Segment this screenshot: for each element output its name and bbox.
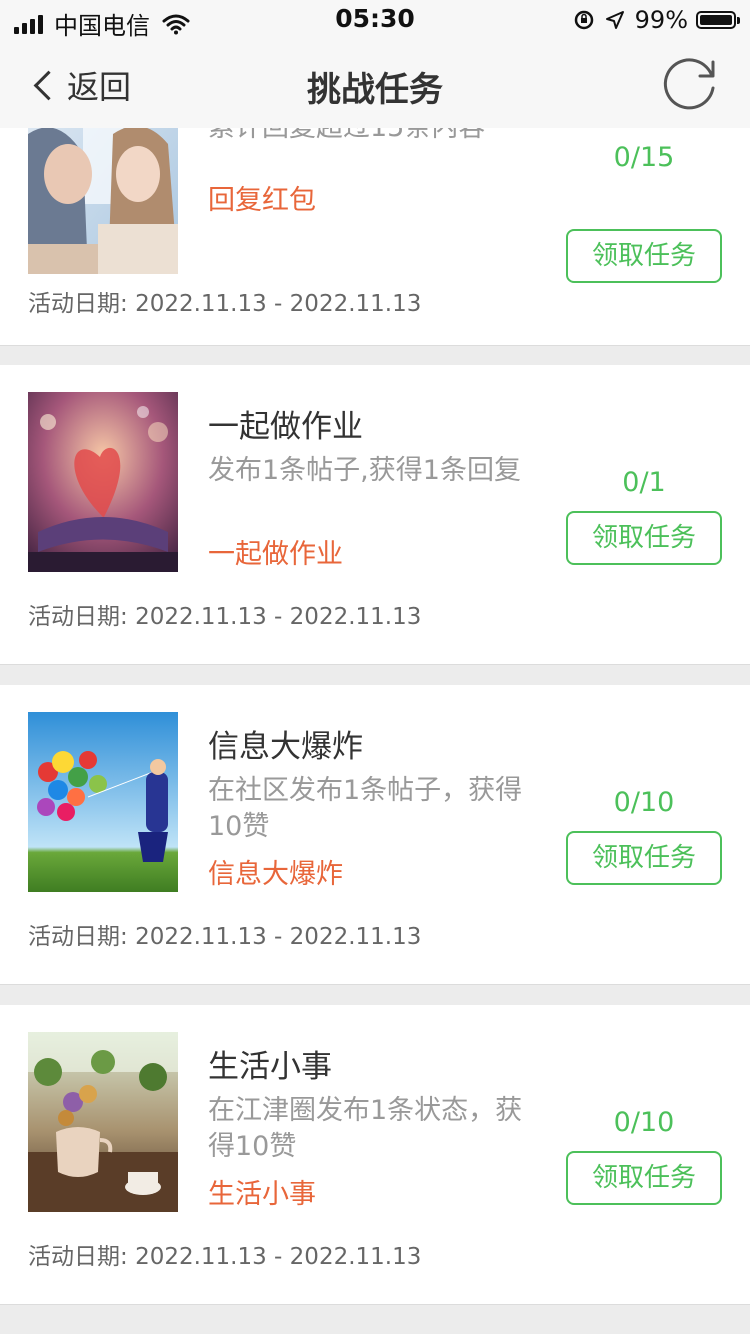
task-description: 在社区发布1条帖子，获得10赞 — [208, 775, 523, 842]
date-range: 2022.11.13 - 2022.11.13 — [135, 1244, 422, 1270]
task-progress: 0/1 — [622, 467, 666, 498]
task-tag: 信息大爆炸 — [208, 859, 343, 890]
task-tag: 回复红包 — [208, 185, 316, 216]
task-tag: 一起做作业 — [208, 539, 343, 570]
status-bar: 中国电信 05:30 99% — [0, 0, 750, 40]
status-right: 99% — [573, 6, 740, 34]
task-date: 活动日期: 2022.11.13 - 2022.11.13 — [28, 597, 421, 631]
claim-task-button[interactable]: 领取任务 — [566, 831, 722, 885]
task-card: 信息大爆炸 在社区发布1条帖子，获得10赞 信息大爆炸 0/10 领取任务 活动… — [0, 685, 750, 985]
claim-task-button[interactable]: 领取任务 — [566, 1151, 722, 1205]
task-thumbnail-book-heart — [28, 392, 178, 572]
task-progress: 0/10 — [613, 1107, 675, 1138]
date-label: 活动日期: — [28, 924, 128, 950]
task-title: 生活小事 — [208, 1049, 332, 1085]
task-description: 在江津圈发布1条状态，获得10赞 — [208, 1095, 523, 1162]
navigation-bar: 返回 挑战任务 — [0, 40, 750, 128]
task-date: 活动日期: 2022.11.13 - 2022.11.13 — [28, 1237, 421, 1271]
task-progress: 0/15 — [613, 142, 675, 173]
task-thumbnail-balloons — [28, 712, 178, 892]
task-date: 活动日期: 2022.11.13 - 2022.11.13 — [28, 284, 421, 318]
date-label: 活动日期: — [28, 1244, 128, 1270]
task-card: 生活小事 在江津圈发布1条状态，获得10赞 生活小事 0/10 领取任务 活动日… — [0, 1005, 750, 1305]
task-title: 信息大爆炸 — [208, 729, 363, 765]
task-tag: 生活小事 — [208, 1179, 316, 1210]
task-thumbnail-flowers-teapot — [28, 1032, 178, 1212]
claim-task-button[interactable]: 领取任务 — [566, 511, 722, 565]
task-progress: 0/10 — [613, 787, 675, 818]
task-card: 一起做作业 发布1条帖子,获得1条回复 一起做作业 0/1 领取任务 活动日期:… — [0, 365, 750, 665]
task-date: 活动日期: 2022.11.13 - 2022.11.13 — [28, 917, 421, 951]
date-range: 2022.11.13 - 2022.11.13 — [135, 291, 422, 317]
task-title: 一起做作业 — [208, 409, 363, 445]
rotation-lock-icon — [574, 10, 593, 30]
date-label: 活动日期: — [28, 604, 128, 630]
date-label: 活动日期: — [28, 291, 128, 317]
refresh-icon[interactable] — [660, 54, 720, 114]
page-title: 挑战任务 — [307, 70, 443, 110]
date-range: 2022.11.13 - 2022.11.13 — [135, 924, 422, 950]
claim-task-button[interactable]: 领取任务 — [566, 229, 722, 283]
location-arrow-icon — [605, 11, 624, 29]
task-description: 发布1条帖子,获得1条回复 — [208, 455, 521, 486]
battery-percent: 99% — [634, 6, 688, 34]
battery-icon — [696, 11, 740, 29]
date-range: 2022.11.13 - 2022.11.13 — [135, 604, 422, 630]
